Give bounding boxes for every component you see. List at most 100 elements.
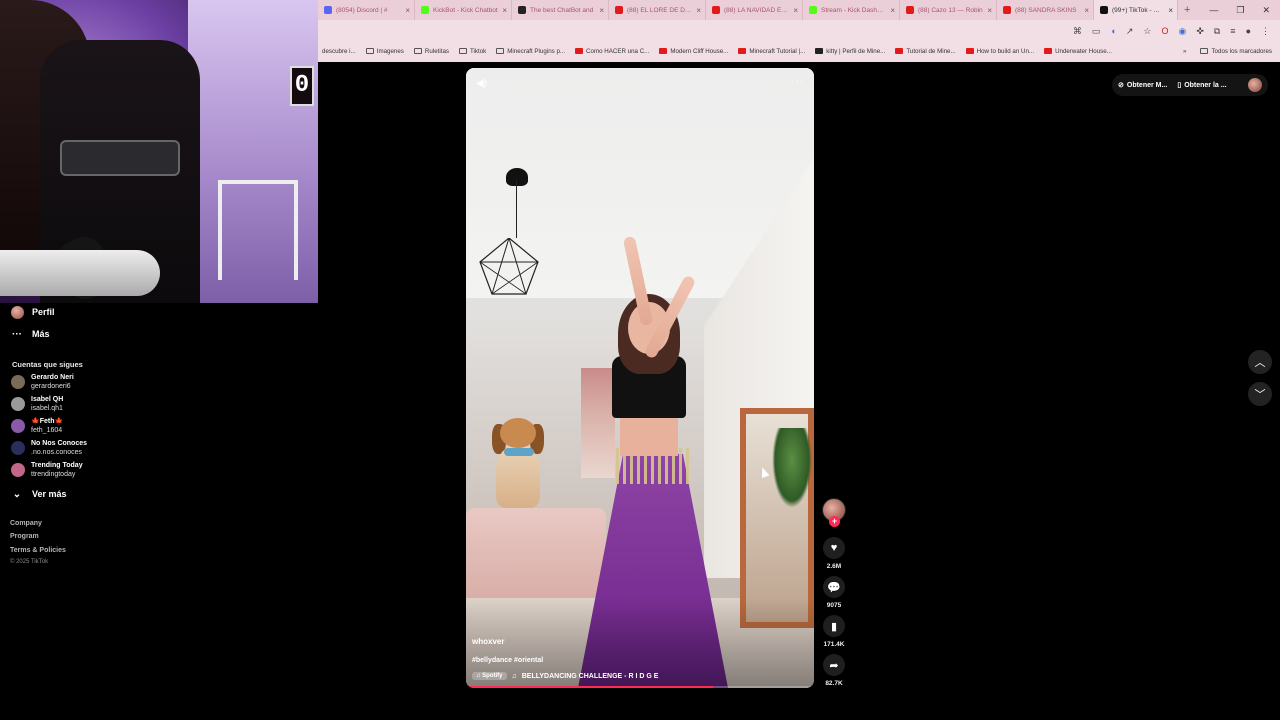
previous-video-button[interactable]: ︿ — [1248, 350, 1272, 374]
share-button[interactable]: ➦ — [823, 654, 845, 676]
bookmark-label: Underwater House... — [1055, 47, 1112, 55]
following-account[interactable]: Trending Today ttrendingtoday — [11, 461, 83, 479]
audio-icon[interactable]: ◖ — [1110, 26, 1115, 36]
extension-audio-icon[interactable]: ◉ — [1178, 26, 1186, 37]
account-names: Isabel QH isabel.qh1 — [31, 395, 63, 413]
bookmark-item[interactable]: Underwater House... — [1044, 48, 1112, 55]
bookmark-item[interactable]: How to build an Un... — [965, 47, 1035, 55]
video-author[interactable]: whoxver — [472, 637, 504, 646]
video-music[interactable]: ♫ Spotify ♫ BELLYDANCING CHALLENGE - R I… — [472, 672, 658, 680]
browser-tab[interactable]: The best ChatBot and × — [512, 0, 609, 20]
tab-title: (8054) Discord | # — [336, 6, 388, 14]
video-player[interactable]: ◀) ··· whoxver #bellydance #oriental ♫ S… — [466, 68, 814, 688]
bookmark-item[interactable]: kitty | Perfil de Mine... — [815, 48, 885, 55]
extension-icon[interactable]: ✜ — [1196, 26, 1204, 37]
bookmark-item[interactable]: Tiktok — [458, 48, 486, 55]
get-app-button[interactable]: ▯ Obtener la ... — [1177, 81, 1227, 90]
restore-icon[interactable]: ❐ — [1236, 5, 1244, 16]
account-display-name: Isabel QH — [31, 396, 64, 403]
see-more-button[interactable]: ⌄ Ver más — [10, 487, 67, 501]
bookmark-item[interactable]: Como HACER una C... — [575, 48, 649, 55]
media-icon[interactable]: ≡ — [1230, 26, 1235, 36]
tab-close-icon[interactable]: × — [405, 6, 410, 15]
browser-tab[interactable]: (99+) TikTok - Make × — [1094, 0, 1178, 20]
tab-close-icon[interactable]: × — [502, 6, 507, 15]
music-title: BELLYDANCING CHALLENGE - R I D G E — [521, 672, 659, 680]
browser-tab[interactable]: (88) SANDRA SKINS × — [997, 0, 1094, 20]
browser-tab[interactable]: KickBot - Kick Chatbot × — [415, 0, 512, 20]
browser-tab[interactable]: (88) LA NAVIDAD ELIT × — [706, 0, 803, 20]
more-options-icon[interactable]: ··· — [791, 76, 804, 87]
bookmark-item[interactable]: Imagenes — [365, 48, 404, 55]
chevron-down-icon: ﹀ — [1254, 389, 1266, 401]
tab-close-icon[interactable]: × — [1168, 6, 1173, 15]
tab-close-icon[interactable]: × — [987, 6, 992, 15]
comment-button[interactable]: 💬 — [823, 576, 845, 598]
close-window-icon[interactable]: ✕ — [1262, 5, 1270, 16]
profile-avatar-icon — [10, 305, 24, 319]
sidebar-item-profile[interactable]: Perfil — [10, 305, 55, 319]
get-coins-button[interactable]: ⊘ Obtener M... — [1118, 81, 1167, 90]
tab-close-icon[interactable]: × — [599, 6, 604, 15]
like-button[interactable]: ♥ — [823, 537, 845, 559]
phone-icon: ▯ — [1177, 82, 1182, 89]
opera-icon[interactable]: O — [1161, 26, 1168, 36]
volume-icon[interactable]: ◀) — [476, 78, 487, 89]
tab-close-icon[interactable]: × — [696, 6, 701, 15]
browser-tab[interactable]: Stream - Kick Dashboard × — [803, 0, 900, 20]
tab-close-icon[interactable]: × — [1084, 6, 1089, 15]
bookmark-item[interactable]: Modern Cliff House... — [659, 48, 728, 55]
lamp-cord — [516, 180, 517, 238]
minimize-icon[interactable]: — — [1209, 5, 1218, 16]
tab-close-icon[interactable]: × — [793, 6, 798, 15]
account-names: No Nos Conoces .no.nos.conoces — [31, 439, 87, 457]
new-tab-button[interactable]: + — [1178, 4, 1196, 16]
browser-tab[interactable]: (88) Cazo 13 — Robin × — [900, 0, 997, 20]
webcam-overlay: 0 — [0, 0, 318, 303]
bookmarks-overflow-icon[interactable]: » — [1183, 48, 1186, 55]
cast-icon[interactable]: ▭ — [1092, 26, 1101, 37]
footer-program[interactable]: Program — [10, 533, 39, 540]
window-controls: — ❐ ✕ — [1209, 5, 1280, 16]
bookmark-star-icon[interactable]: ☆ — [1143, 26, 1151, 37]
bookmark-item[interactable]: Tutorial de Mine... — [895, 48, 956, 55]
webcam-clock: 0 — [290, 66, 314, 106]
youtube-icon — [738, 48, 747, 54]
following-account[interactable]: 🍁Feth🍁 feth_1604 — [11, 417, 63, 435]
user-avatar[interactable] — [1248, 78, 1262, 92]
browser-tab[interactable]: (88) EL LORE DE DARK × — [609, 0, 706, 20]
following-account[interactable]: Isabel QH isabel.qh1 — [11, 395, 63, 413]
follow-plus-icon[interactable]: + — [829, 516, 840, 527]
all-bookmarks-button[interactable]: Todos los marcadores — [1200, 48, 1272, 55]
save-button[interactable]: ▮ — [823, 615, 845, 637]
video-hashtags[interactable]: #bellydance #oriental — [472, 657, 543, 664]
spotify-badge[interactable]: ♫ Spotify — [472, 672, 507, 680]
music-note-icon: ♫ — [511, 672, 517, 680]
bookmarks-end: » Todos los marcadores — [1183, 48, 1280, 55]
tab-title: (88) LA NAVIDAD ELIT — [724, 6, 790, 14]
bookmark-item[interactable]: Minecraft Plugins p... — [496, 48, 565, 55]
browser-chrome: (8054) Discord | # × KickBot - Kick Chatbo… — [318, 0, 1280, 62]
bookmark-item[interactable]: Ruletitas — [413, 48, 449, 55]
translate-icon[interactable]: ⌘ — [1073, 26, 1082, 37]
following-account[interactable]: Gerardo Neri gerardoneri6 — [11, 373, 74, 391]
menu-dots-icon[interactable]: ⋮ — [1261, 26, 1270, 37]
avatar — [11, 397, 25, 411]
tab-close-icon[interactable]: × — [890, 6, 895, 15]
video-progress-bar[interactable] — [466, 686, 814, 688]
sidebar-item-more[interactable]: ··· Más — [10, 327, 50, 341]
footer-company[interactable]: Company — [10, 520, 42, 527]
share-icon[interactable]: ↗ — [1126, 26, 1134, 37]
next-video-button[interactable]: ﹀ — [1248, 382, 1272, 406]
browser-tab[interactable]: (8054) Discord | # × — [318, 0, 415, 20]
bookmark-label: How to build an Un... — [976, 47, 1035, 55]
following-account[interactable]: No Nos Conoces .no.nos.conoces — [11, 439, 87, 457]
get-app-label: Obtener la ... — [1184, 81, 1227, 89]
puzzle-icon[interactable]: ⧉ — [1214, 26, 1220, 37]
profile-icon[interactable]: ● — [1246, 26, 1251, 36]
footer-terms[interactable]: Terms & Policies — [10, 547, 66, 554]
bookmark-item[interactable]: Minecraft Tutorial |... — [738, 48, 805, 55]
bookmark-item[interactable]: descubre i... — [322, 48, 356, 55]
webcam-shelf — [218, 180, 298, 280]
bookmark-label: Modern Cliff House... — [670, 47, 729, 55]
